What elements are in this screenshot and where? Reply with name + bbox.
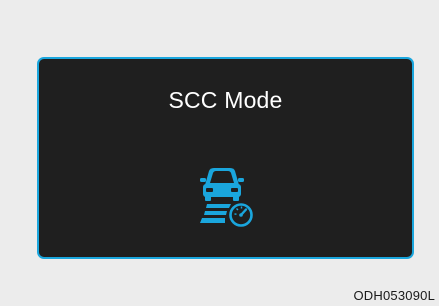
figure-code: ODH053090L bbox=[353, 288, 435, 303]
cluster-display-panel: SCC Mode bbox=[37, 57, 414, 259]
mode-title: SCC Mode bbox=[168, 87, 283, 113]
scc-car-speedometer-icon bbox=[200, 168, 253, 227]
